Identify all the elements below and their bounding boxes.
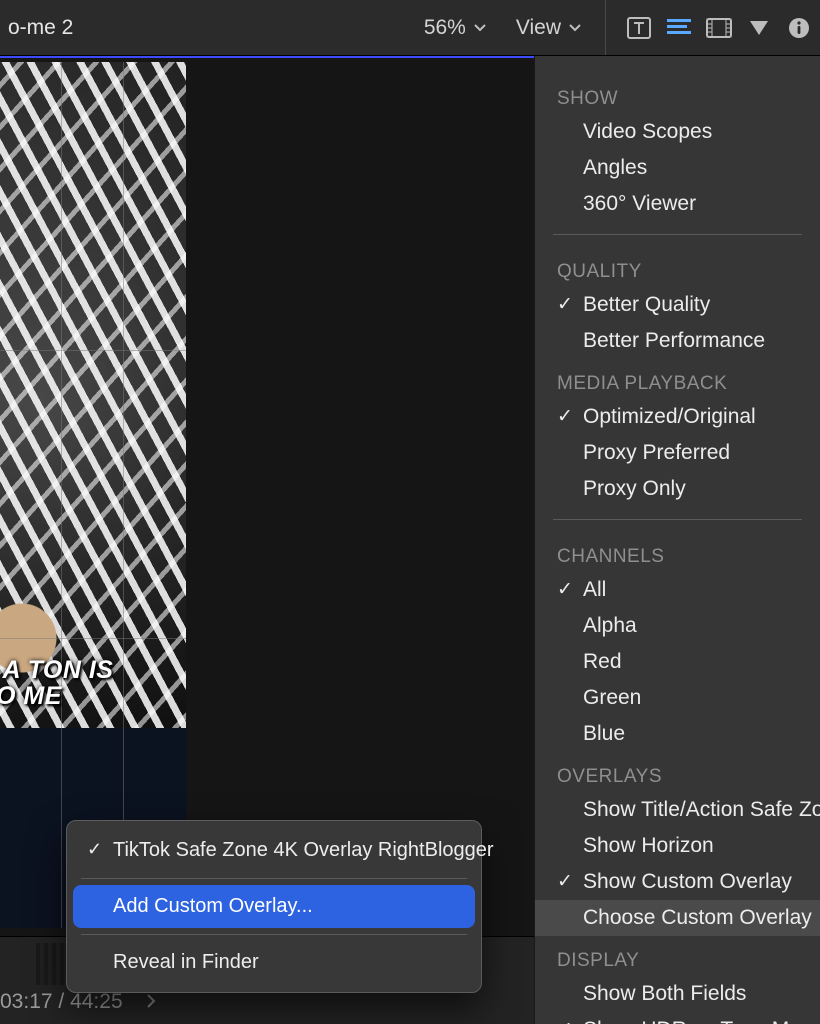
zoom-value: 56% xyxy=(424,16,466,40)
video-caption: A TON IS O ME xyxy=(0,657,113,710)
menu-item-show-both-fields[interactable]: Show Both Fields xyxy=(535,976,820,1012)
menu-item-optimized-original[interactable]: Optimized/Original xyxy=(535,399,820,435)
menu-item-safe-zones[interactable]: Show Title/Action Safe Zo xyxy=(535,792,820,828)
menu-item-choose-custom-overlay[interactable]: Choose Custom Overlay xyxy=(535,900,820,936)
menu-item-show-custom-overlay[interactable]: Show Custom Overlay xyxy=(535,864,820,900)
project-title: o-me 2 xyxy=(8,16,73,40)
color-inspector-icon[interactable] xyxy=(666,15,692,41)
menu-section-header: SHOW xyxy=(535,74,820,114)
timecode-display: 03:17 / 44:25 xyxy=(0,990,157,1014)
menu-item-channels-green[interactable]: Green xyxy=(535,680,820,716)
submenu-item-reveal-in-finder[interactable]: Reveal in Finder xyxy=(73,941,475,984)
top-toolbar: o-me 2 56% View xyxy=(0,0,820,56)
submenu-item-add-custom-overlay[interactable]: Add Custom Overlay... xyxy=(73,885,475,928)
rule-of-thirds-overlay xyxy=(0,62,186,928)
menu-section-header: CHANNELS xyxy=(535,532,820,572)
menu-item-angles[interactable]: Angles xyxy=(535,150,820,186)
menu-item-proxy-preferred[interactable]: Proxy Preferred xyxy=(535,435,820,471)
menu-separator xyxy=(553,519,802,520)
menu-section-header: QUALITY xyxy=(535,247,820,287)
custom-overlay-submenu: TikTok Safe Zone 4K Overlay RightBlogger… xyxy=(66,820,482,993)
menu-item-label: Choose Custom Overlay xyxy=(583,906,812,929)
viewer-panel: A TON IS O ME xyxy=(0,56,534,936)
menu-item-better-performance[interactable]: Better Performance xyxy=(535,323,820,359)
chevron-down-icon xyxy=(569,22,581,34)
zoom-dropdown[interactable]: 56% xyxy=(418,12,492,44)
menu-item-proxy-only[interactable]: Proxy Only xyxy=(535,471,820,507)
view-dropdown[interactable]: View xyxy=(510,12,587,44)
menu-item-360-viewer[interactable]: 360° Viewer xyxy=(535,186,820,222)
video-inspector-icon[interactable] xyxy=(706,15,732,41)
info-inspector-icon[interactable] xyxy=(786,15,812,41)
view-menu-panel: SHOW Video Scopes Angles 360° Viewer QUA… xyxy=(534,56,820,1024)
text-inspector-icon[interactable] xyxy=(626,15,652,41)
share-inspector-icon[interactable] xyxy=(746,15,772,41)
menu-section-header: OVERLAYS xyxy=(535,752,820,792)
menu-section-header: MEDIA PLAYBACK xyxy=(535,359,820,399)
menu-item-better-quality[interactable]: Better Quality xyxy=(535,287,820,323)
menu-item-show-hdr-tone-mapped[interactable]: Show HDR as Tone Mappe xyxy=(535,1012,820,1024)
menu-item-channels-red[interactable]: Red xyxy=(535,644,820,680)
menu-separator xyxy=(81,934,467,935)
menu-section-header: DISPLAY xyxy=(535,936,820,976)
submenu-item-tiktok-overlay[interactable]: TikTok Safe Zone 4K Overlay RightBlogger xyxy=(73,829,475,872)
menu-item-show-horizon[interactable]: Show Horizon xyxy=(535,828,820,864)
inspector-icon-bar xyxy=(605,0,812,55)
menu-item-channels-alpha[interactable]: Alpha xyxy=(535,608,820,644)
menu-item-channels-all[interactable]: All xyxy=(535,572,820,608)
chevron-down-icon xyxy=(474,22,486,34)
timecode-total: 44:25 xyxy=(70,990,123,1013)
video-frame[interactable]: A TON IS O ME xyxy=(0,62,186,928)
timecode-separator: / xyxy=(58,990,70,1013)
menu-separator xyxy=(553,234,802,235)
menu-item-video-scopes[interactable]: Video Scopes xyxy=(535,114,820,150)
view-label: View xyxy=(516,16,561,40)
menu-item-channels-blue[interactable]: Blue xyxy=(535,716,820,752)
menu-separator xyxy=(81,878,467,879)
timecode-current: 03:17 xyxy=(0,990,53,1013)
chevron-right-icon[interactable] xyxy=(145,990,157,1014)
